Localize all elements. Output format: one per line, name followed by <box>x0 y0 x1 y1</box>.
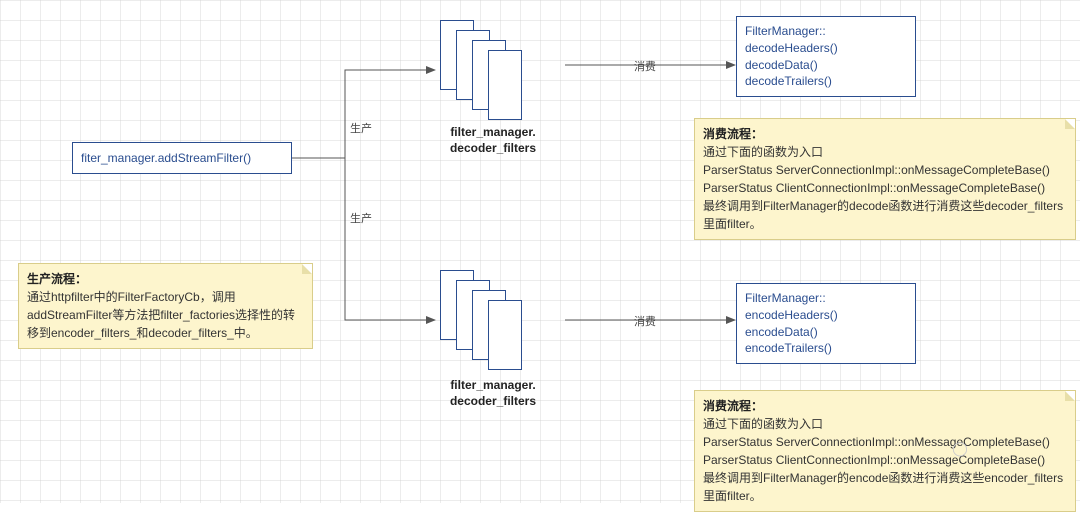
encode-methods-node: FilterManager:: encodeHeaders() encodeDa… <box>736 283 916 364</box>
add-stream-filter-text: fiter_manager.addStreamFilter() <box>81 150 251 167</box>
encode-line: FilterManager:: <box>745 290 907 307</box>
produce-note-title: 生产流程： <box>27 270 304 288</box>
decode-line: decodeTrailers() <box>745 73 907 90</box>
decoder-filters-label-top: filter_manager. decoder_filters <box>433 125 553 156</box>
consume-note-encode-title: 消费流程： <box>703 397 1067 415</box>
decode-line: decodeData() <box>745 57 907 74</box>
add-stream-filter-node: fiter_manager.addStreamFilter() <box>72 142 292 174</box>
consume-note-decode-l2: ParserStatus ServerConnectionImpl::onMes… <box>703 161 1067 179</box>
encode-line: encodeTrailers() <box>745 340 907 357</box>
consume-label-bottom: 消费 <box>634 313 656 329</box>
decoder-filters-stack-top <box>440 20 540 110</box>
consume-note-decode: 消费流程： 通过下面的函数为入口 ParserStatus ServerConn… <box>694 118 1076 240</box>
stack-sheet <box>488 50 522 120</box>
decode-methods-node: FilterManager:: decodeHeaders() decodeDa… <box>736 16 916 97</box>
decode-line: FilterManager:: <box>745 23 907 40</box>
consume-note-decode-l3: ParserStatus ClientConnectionImpl::onMes… <box>703 179 1067 197</box>
encode-line: encodeHeaders() <box>745 307 907 324</box>
produce-label-bottom: 生产 <box>350 210 372 226</box>
stack-sheet <box>488 300 522 370</box>
consume-note-encode-l1: 通过下面的函数为入口 <box>703 415 1067 433</box>
consume-note-decode-title: 消费流程： <box>703 125 1067 143</box>
consume-note-decode-l1: 通过下面的函数为入口 <box>703 143 1067 161</box>
consume-note-encode-l3: ParserStatus ClientConnectionImpl::onMes… <box>703 451 1067 469</box>
consume-label-top: 消费 <box>634 58 656 74</box>
encode-line: encodeData() <box>745 324 907 341</box>
consume-note-encode-l2: ParserStatus ServerConnectionImpl::onMes… <box>703 433 1067 451</box>
decoder-filters-stack-bottom <box>440 270 540 360</box>
consume-note-decode-l4: 最终调用到FilterManager的decode函数进行消费这些decoder… <box>703 197 1067 233</box>
decoder-filters-label-bottom: filter_manager. decoder_filters <box>433 378 553 409</box>
produce-label-top: 生产 <box>350 120 372 136</box>
produce-note-body: 通过httpfilter中的FilterFactoryCb，调用addStrea… <box>27 288 304 342</box>
produce-note: 生产流程： 通过httpfilter中的FilterFactoryCb，调用ad… <box>18 263 313 349</box>
decode-line: decodeHeaders() <box>745 40 907 57</box>
consume-note-encode-l4: 最终调用到FilterManager的encode函数进行消费这些encoder… <box>703 469 1067 505</box>
consume-note-encode: 消费流程： 通过下面的函数为入口 ParserStatus ServerConn… <box>694 390 1076 512</box>
